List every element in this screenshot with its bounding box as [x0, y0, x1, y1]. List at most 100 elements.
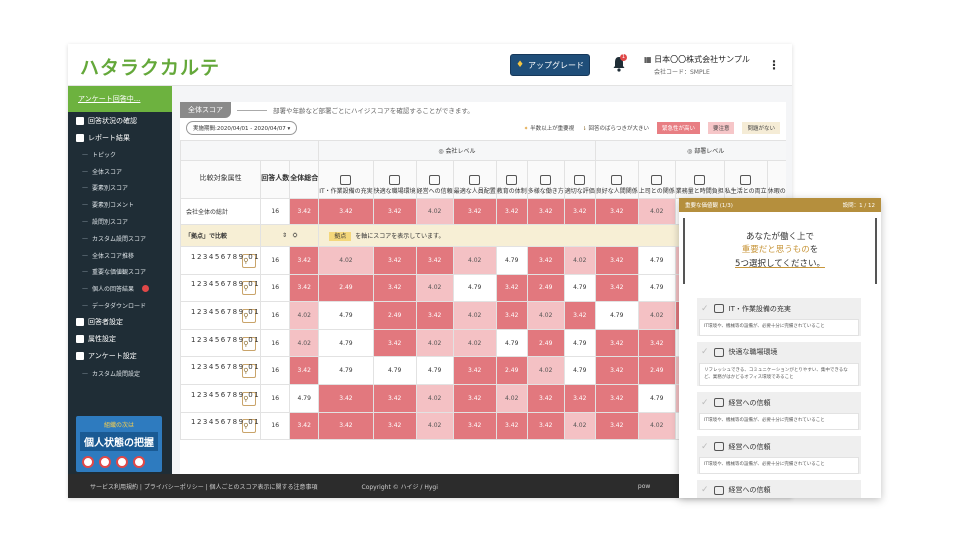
check-icon[interactable]: ✓	[701, 347, 709, 357]
sidebar-item[interactable]: — 要素別スコア	[68, 180, 172, 197]
sidebar-section[interactable]: 回答状況の確認	[68, 112, 172, 129]
check-icon[interactable]: ✓	[701, 442, 709, 452]
sidebar-section[interactable]: 属性設定	[68, 331, 172, 348]
value-option[interactable]: ✓ 快適な職場環境 リフレッシュできる、コミュニケーションがとりやすい、集中できるな…	[697, 341, 861, 387]
score-cell[interactable]: 3.42	[594, 246, 639, 275]
score-cell[interactable]: 4.02	[563, 246, 596, 275]
score-cell[interactable]: 4.79	[495, 328, 528, 358]
score-cell[interactable]: 3.42	[289, 246, 320, 275]
col-header[interactable]: 業務量と時間負担	[674, 160, 725, 199]
score-cell[interactable]: 3.42	[318, 198, 374, 225]
col-header[interactable]: 最適な人員配置	[452, 160, 497, 199]
score-cell[interactable]: 3.42	[318, 411, 374, 441]
score-cell[interactable]: 3.42	[452, 356, 497, 385]
sidebar-item[interactable]: — 全体スコア	[68, 163, 172, 180]
score-cell[interactable]: 4.79	[594, 301, 639, 330]
col-header[interactable]: 上司との関係	[637, 160, 676, 199]
score-cell[interactable]: 4.79	[563, 328, 596, 358]
score-cell[interactable]: 3.42	[372, 246, 417, 275]
score-cell[interactable]: 4.02	[637, 411, 676, 441]
sidebar-item[interactable]: — カスタム設問スコア	[68, 230, 172, 247]
score-cell[interactable]: 3.42	[495, 301, 528, 330]
score-cell[interactable]: 3.42	[372, 328, 417, 358]
score-cell[interactable]: 4.02	[415, 411, 454, 441]
score-cell[interactable]: 4.79	[289, 383, 320, 413]
score-cell[interactable]: 3.42	[318, 383, 374, 413]
score-cell[interactable]: 3.42	[563, 198, 596, 225]
score-cell[interactable]: 3.42	[289, 198, 320, 225]
col-header[interactable]: 教育の体制	[495, 160, 528, 199]
sidebar-section[interactable]: 回答者設定	[68, 314, 172, 331]
score-cell[interactable]: 3.42	[452, 198, 497, 225]
score-cell[interactable]: 3.42	[526, 198, 565, 225]
score-cell[interactable]: 4.02	[415, 328, 454, 358]
value-option[interactable]: ✓経営への信頼IT環境や、機械等の設備が、必要十分に完備されていること	[697, 392, 861, 430]
score-cell[interactable]: 3.42	[526, 411, 565, 441]
score-cell[interactable]: 3.42	[495, 273, 528, 303]
score-cell[interactable]: 4.79	[318, 301, 374, 330]
col-header[interactable]: 快適な職場環境	[372, 160, 417, 199]
score-cell[interactable]: 4.02	[526, 301, 565, 330]
score-cell[interactable]: 4.79	[415, 356, 454, 385]
score-cell[interactable]: 3.42	[452, 383, 497, 413]
col-header[interactable]: 私生活との両立	[723, 160, 768, 199]
sidebar-item[interactable]: — カスタム設問設定	[68, 365, 172, 382]
col-header[interactable]: 経営への信頼	[415, 160, 454, 199]
value-option[interactable]: ✓経営への信頼IT環境や、機械等の設備が、必要十分に完備されていること	[697, 436, 861, 474]
score-cell[interactable]: 3.42	[289, 273, 320, 303]
score-cell[interactable]: 2.49	[637, 356, 676, 385]
sidebar-section[interactable]: アンケート設定	[68, 348, 172, 365]
score-cell[interactable]: 4.02	[495, 383, 528, 413]
app-logo[interactable]: ハタラクカルテ	[80, 53, 220, 80]
score-cell[interactable]: 4.79	[318, 328, 374, 358]
score-cell[interactable]: 3.42	[594, 328, 639, 358]
period-select[interactable]: 実施期間:2020/04/01 - 2020/04/07 ▾	[186, 121, 298, 135]
col-header[interactable]: 休暇のとりやすさ	[766, 160, 786, 199]
check-icon[interactable]: ✓	[701, 485, 709, 495]
sidebar-item[interactable]: — トピック	[68, 146, 172, 163]
sidebar-item[interactable]: — 重要な価値観スコア	[68, 264, 172, 281]
score-cell[interactable]: 4.02	[452, 301, 497, 330]
sidebar-item[interactable]: — 要素別コメント	[68, 196, 172, 213]
settings-icon[interactable]	[142, 285, 150, 293]
score-cell[interactable]: 3.42	[526, 383, 565, 413]
score-cell[interactable]: 4.79	[318, 356, 374, 385]
promo-banner[interactable]: 組織の次は 個人状態の把握	[76, 416, 162, 472]
score-cell[interactable]: 4.02	[415, 198, 454, 225]
score-cell[interactable]: 4.02	[415, 383, 454, 413]
value-option[interactable]: ✓ IT・作業設備の充実 IT環境や、機械等の設備が、必要十分に完備されていること	[697, 298, 861, 336]
score-cell[interactable]: 3.42	[372, 411, 417, 441]
sidebar-item[interactable]: — 個人の回答結果	[68, 280, 172, 297]
col-header[interactable]: 良好な人間関係	[594, 160, 639, 199]
upgrade-button[interactable]: ♦ アップグレード	[510, 54, 590, 76]
score-cell[interactable]: 3.42	[637, 328, 676, 358]
footer-links[interactable]: サービス利用規約 | プライバシーポリシー | 個人ごとのスコア表示に関する注意…	[90, 482, 318, 491]
score-cell[interactable]: 3.42	[594, 356, 639, 385]
score-cell[interactable]: 2.49	[318, 273, 374, 303]
score-cell[interactable]: 2.49	[372, 301, 417, 330]
score-cell[interactable]: 2.49	[495, 356, 528, 385]
score-cell[interactable]: 3.42	[495, 198, 528, 225]
check-icon[interactable]: ✓	[701, 398, 709, 408]
score-cell[interactable]: 3.42	[594, 411, 639, 441]
score-cell[interactable]: 4.79	[637, 273, 676, 303]
value-option[interactable]: ✓経営への信頼IT環境や、機械等の設備が、必要十分に完備されていること	[697, 479, 861, 498]
score-cell[interactable]: 3.42	[563, 383, 596, 413]
score-cell[interactable]: 4.79	[372, 356, 417, 385]
compare-label[interactable]: 「拠点」で比較	[180, 224, 262, 247]
score-cell[interactable]: 3.42	[415, 246, 454, 275]
score-cell[interactable]: 3.42	[415, 301, 454, 330]
score-cell[interactable]: 4.79	[637, 383, 676, 413]
check-icon[interactable]: ✓	[701, 304, 709, 314]
score-cell[interactable]: 4.79	[563, 356, 596, 385]
score-cell[interactable]: 4.02	[637, 301, 676, 330]
col-header[interactable]: IT・作業設備の充実	[318, 160, 374, 199]
score-cell[interactable]: 3.42	[372, 273, 417, 303]
col-header[interactable]: 多様な働き方	[526, 160, 565, 199]
score-cell[interactable]: 4.02	[526, 356, 565, 385]
score-cell[interactable]: 2.49	[526, 328, 565, 358]
company-info[interactable]: ▦ 日本〇〇株式会社サンプル 会社コード：SMPLE	[644, 54, 750, 76]
score-cell[interactable]: 3.42	[289, 356, 320, 385]
score-cell[interactable]: 4.02	[452, 328, 497, 358]
score-cell[interactable]: 4.79	[563, 273, 596, 303]
